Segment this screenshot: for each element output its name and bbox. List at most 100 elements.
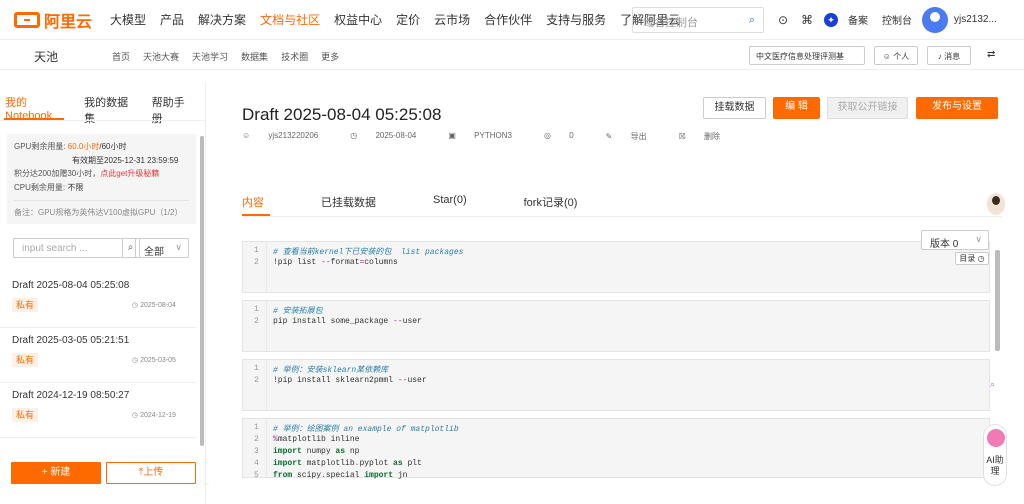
user-avatar[interactable] — [922, 7, 948, 33]
clock-icon: ◷ — [132, 357, 141, 364]
logo-text: 阿里云 — [44, 13, 93, 31]
content-tab[interactable]: 内容 — [242, 194, 264, 210]
console-link[interactable]: 控制台 — [882, 12, 912, 27]
sidebar-tab-underline — [4, 118, 64, 120]
code-token: # 举例：安装sklearn某依赖库 — [273, 366, 389, 375]
sidebar-tab[interactable]: 帮助手册 — [152, 94, 188, 126]
user-icon: ☺ — [242, 131, 251, 140]
subnav-link[interactable]: 首页 — [112, 50, 130, 63]
username[interactable]: yjs2132... — [954, 14, 997, 25]
notebook-item-date: ◷ 2025-03-05 — [132, 356, 176, 364]
new-notebook-button[interactable]: + 新建 — [11, 462, 101, 484]
nav-item[interactable]: 支持与服务 — [546, 11, 606, 28]
get-public-link-button[interactable]: 获取公开链接 — [827, 97, 908, 119]
gpu-label: GPU剩余用量: — [14, 142, 66, 151]
sidebar-tab[interactable]: 我的Notebook — [5, 94, 62, 126]
notebook-list-item[interactable]: Draft 2024-12-19 08:50:27 私有 ◷ 2024-12-19 — [0, 382, 196, 438]
notebook-list-item[interactable]: Draft 2025-08-04 05:25:08 私有 ◷ 2025-08-04 — [0, 272, 196, 328]
subnav-link[interactable]: 更多 — [321, 50, 339, 63]
sidebar: 我的Notebook 我的数据集 帮助手册 GPU剩余用量: 60.0小时/60小时… — [0, 82, 206, 504]
swap-icon[interactable]: ⇄ — [987, 49, 995, 60]
nav-item[interactable]: 合作伙伴 — [484, 11, 532, 28]
code-token: -- — [393, 317, 403, 326]
aliyun-logo[interactable]: 阿里云 — [14, 8, 92, 32]
main-nav: 大模型 产品 解决方案 文档与社区 权益中心 定价 云市场 合作伙伴 支持与服务 了解阿里云 — [110, 11, 694, 28]
cpu-label: CPU剩余用量: — [14, 182, 66, 192]
subnav-link[interactable]: 技术圈 — [281, 50, 308, 63]
filter-select[interactable]: 全部 ∨ — [135, 238, 189, 258]
ai-star-icon[interactable]: ✦ — [824, 12, 838, 27]
ai-help-label: AI助理 — [986, 455, 1004, 476]
gpu-value: 60.0小时 — [67, 142, 100, 151]
edit-button[interactable]: 编 辑 — [773, 97, 820, 119]
sidebar-scrollbar[interactable] — [200, 136, 204, 446]
personal-button[interactable]: ☺ 个人 — [874, 46, 918, 65]
nav-item[interactable]: 云市场 — [434, 11, 470, 28]
emoji-icon[interactable]: ⌕ — [990, 379, 995, 390]
code-line: import matplotlib.pyplot as plt — [273, 459, 422, 468]
content-tab[interactable]: Star(0) — [433, 194, 467, 210]
nav-item[interactable]: 权益中心 — [334, 11, 382, 28]
content-scrollbar[interactable] — [995, 250, 1000, 351]
nav-item[interactable]: 文档与社区 — [260, 11, 320, 28]
code-token: matplotlib inline — [277, 435, 360, 444]
version-select[interactable]: 版本 0 ∨ — [921, 230, 989, 250]
code-token: import — [273, 459, 302, 468]
subnav-search-input[interactable]: 中文医疗信息处理评测基 — [749, 46, 865, 65]
upgrade-link[interactable]: 点此get升级秘籍 — [100, 169, 159, 178]
date-text: 2024-12-19 — [140, 412, 176, 419]
subnav-link[interactable]: 天池学习 — [192, 50, 228, 63]
console-search-input[interactable]: 域名控制台 ⌕ — [632, 7, 764, 33]
notebook-title: Draft 2025-08-04 05:25:08 — [242, 105, 442, 124]
notebook-item-date: ◷ 2025-08-04 — [132, 301, 176, 309]
search-placeholder: 域名控制台 — [643, 17, 698, 29]
chevron-down-icon: ∨ — [175, 242, 182, 252]
subnav-title[interactable]: 天池 — [34, 48, 58, 65]
publish-settings-button[interactable]: 发布与设置 — [916, 97, 998, 119]
assistant-avatar[interactable] — [987, 193, 1005, 215]
delete-link[interactable]: ☒ 删除 — [679, 131, 736, 142]
code-line: # 举例：绘图案例 an example of matplotlib — [273, 423, 459, 434]
code-cell[interactable]: 1 # 举例：绘图案例 an example of matplotlib 2 %mat… — [242, 418, 990, 480]
export-link[interactable]: ✎ 导出 — [606, 131, 663, 142]
messages-button[interactable]: ♪ 消息 — [927, 46, 971, 65]
mount-data-button[interactable]: 挂载数据 — [703, 97, 766, 119]
support-icon[interactable]: ⊙ — [776, 13, 790, 27]
ai-assistant-button[interactable]: AI助理 — [983, 424, 1007, 486]
code-token: format — [330, 258, 360, 267]
notebook-search-input[interactable]: input search ... ⌕ — [13, 238, 140, 258]
notebook-list-item[interactable]: Draft 2025-03-05 05:21:51 私有 ◷ 2025-03-05 — [0, 327, 196, 383]
content-tab[interactable]: fork记录(0) — [524, 194, 578, 210]
nav-item[interactable]: 大模型 — [110, 11, 146, 28]
date-text: 2025-08-04 — [140, 302, 176, 309]
sidebar-tab[interactable]: 我的数据集 — [84, 94, 129, 126]
code-line: pip install some_package --user — [273, 317, 422, 326]
search-icon[interactable]: ⌕ — [749, 14, 755, 27]
author-name: yjs213220206 — [268, 131, 319, 140]
plus-icon: + — [41, 467, 48, 478]
content-tab[interactable]: 已挂载数据 — [321, 194, 376, 210]
meta-views: ◎ 0 — [544, 131, 590, 142]
filter-value: 全部 — [144, 247, 164, 258]
privacy-badge: 私有 — [12, 408, 38, 422]
subnav-link[interactable]: 天池大赛 — [143, 50, 179, 63]
toc-button[interactable]: 目录 ◷ — [955, 252, 989, 265]
line-number: 5 — [254, 471, 259, 480]
kernel-name: PYTHON3 — [474, 131, 512, 140]
upload-button[interactable]: ⤒上传 — [106, 462, 196, 484]
subnav-search-value: 中文医疗信息处理评测基 — [756, 52, 844, 61]
subnav-link[interactable]: 数据集 — [241, 50, 268, 63]
tab-divider — [242, 216, 1002, 217]
code-token: user — [402, 317, 422, 326]
nav-item[interactable]: 定价 — [396, 11, 420, 28]
code-token: -- — [321, 258, 331, 267]
code-token: -- — [397, 376, 408, 385]
headset-icon[interactable]: ⌘ — [800, 13, 814, 27]
nav-item[interactable]: 解决方案 — [198, 11, 246, 28]
filing-link[interactable]: 备案 — [848, 12, 868, 27]
gpu-total: /60小时 — [99, 142, 127, 151]
code-cell[interactable]: 1 # 安装拓展包 2 pip install some_package --user — [242, 300, 990, 352]
nav-item[interactable]: 产品 — [160, 11, 184, 28]
code-cell[interactable]: 1 # 查看当前kernel下已安装的包 list packages 2 !pip l… — [242, 241, 990, 293]
code-cell[interactable]: 1 # 举例：安装sklearn某依赖库 2 !pip install sklearn… — [242, 359, 990, 411]
